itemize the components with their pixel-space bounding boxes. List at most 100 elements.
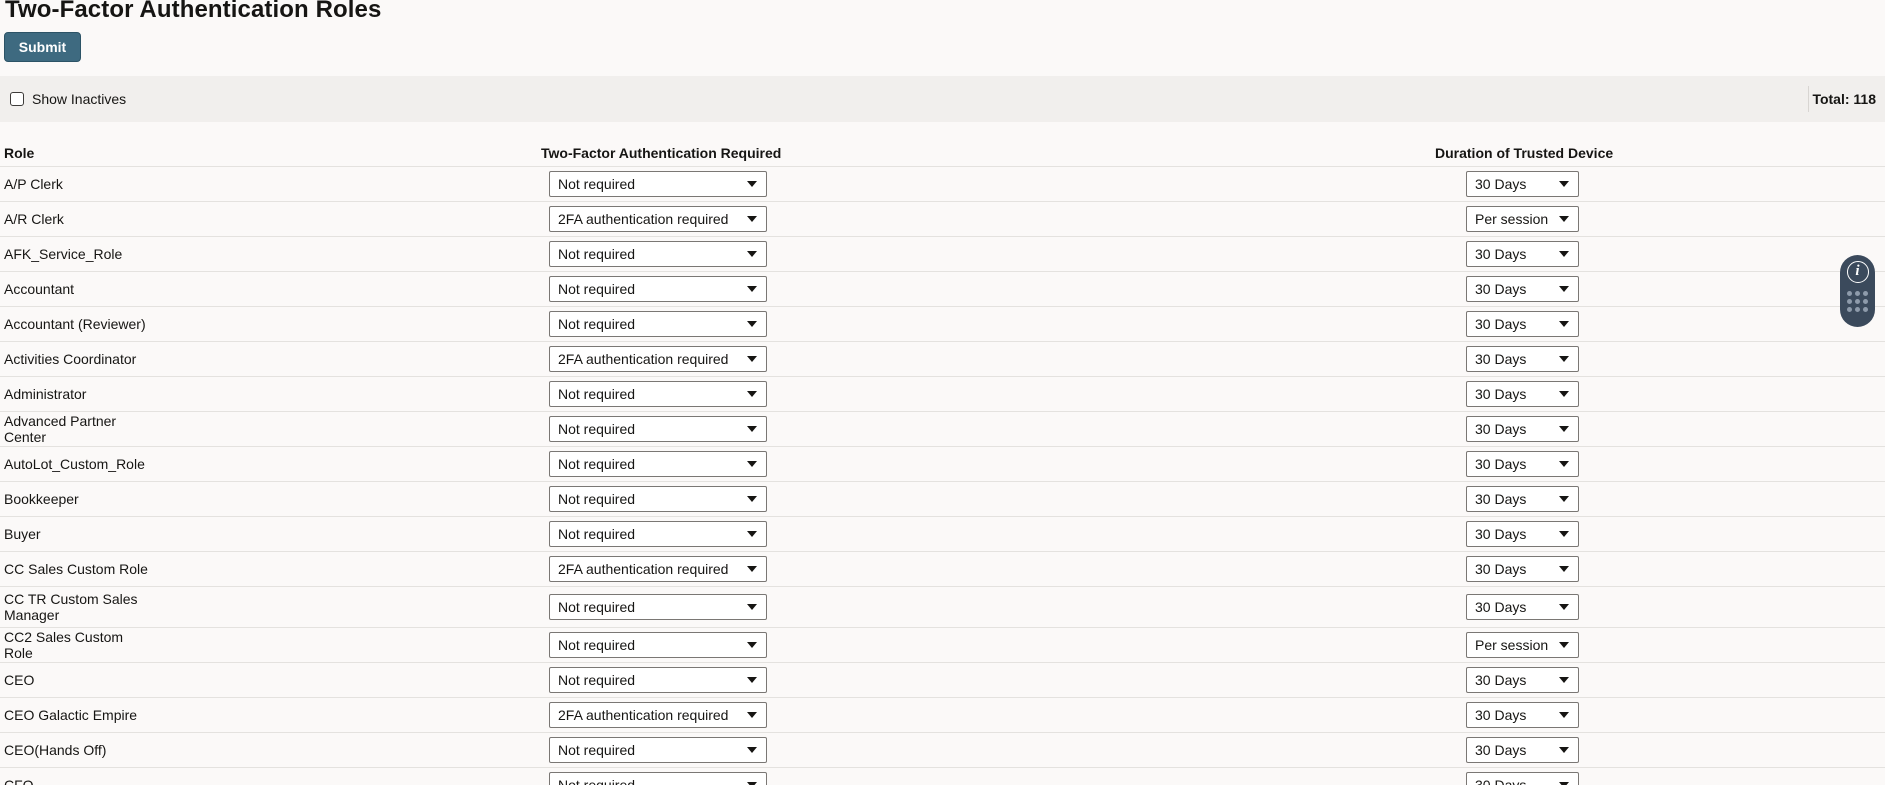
trusted-device-duration-select[interactable]: 30 Days: [1466, 667, 1579, 693]
trusted-device-duration-select[interactable]: 30 Days: [1466, 702, 1579, 728]
tfa-required-select[interactable]: Not required: [549, 311, 767, 337]
tfa-required-select[interactable]: Not required: [549, 632, 767, 658]
table-row: CEO Not required 30 Days: [0, 663, 1885, 698]
chevron-down-icon: [747, 712, 757, 718]
trusted-device-duration-value: Per session: [1475, 211, 1549, 227]
chevron-down-icon: [1559, 426, 1569, 432]
tfa-required-value: Not required: [558, 456, 636, 472]
trusted-device-duration-select[interactable]: 30 Days: [1466, 556, 1579, 582]
info-icon[interactable]: i: [1846, 261, 1869, 283]
chevron-down-icon: [1559, 496, 1569, 502]
role-name: A/R Clerk: [4, 211, 64, 227]
tfa-required-value: Not required: [558, 742, 636, 758]
trusted-device-duration-select[interactable]: 30 Days: [1466, 521, 1579, 547]
chevron-down-icon: [1559, 712, 1569, 718]
trusted-device-duration-select[interactable]: Per session: [1466, 632, 1579, 658]
trusted-device-duration-select[interactable]: 30 Days: [1466, 381, 1579, 407]
trusted-device-duration-value: 30 Days: [1475, 526, 1527, 542]
submit-button[interactable]: Submit: [4, 32, 81, 62]
toolbar-divider: [1808, 86, 1809, 112]
role-name: CEO Galactic Empire: [4, 707, 138, 723]
column-header-duration: Duration of Trusted Device: [1435, 145, 1614, 161]
chevron-down-icon: [747, 566, 757, 572]
role-name: Administrator: [4, 386, 87, 402]
chevron-down-icon: [1559, 251, 1569, 257]
trusted-device-duration-value: 30 Days: [1475, 386, 1527, 402]
table-row: Advanced Partner Center Not required 30 Da…: [0, 412, 1885, 447]
trusted-device-duration-select[interactable]: 30 Days: [1466, 772, 1579, 785]
show-inactives-toggle[interactable]: Show Inactives: [10, 91, 126, 107]
tfa-required-select[interactable]: 2FA authentication required: [549, 556, 767, 582]
chevron-down-icon: [747, 747, 757, 753]
chevron-down-icon: [747, 426, 757, 432]
role-name: CC TR Custom Sales Manager: [4, 591, 138, 623]
trusted-device-duration-select[interactable]: 30 Days: [1466, 276, 1579, 302]
table-row: Buyer Not required 30 Days: [0, 517, 1885, 552]
trusted-device-duration-select[interactable]: Per session: [1466, 206, 1579, 232]
role-name: AutoLot_Custom_Role: [4, 456, 145, 472]
trusted-device-duration-value: 30 Days: [1475, 491, 1527, 507]
tfa-required-select[interactable]: Not required: [549, 521, 767, 547]
tfa-required-select[interactable]: Not required: [549, 772, 767, 785]
tfa-required-select[interactable]: 2FA authentication required: [549, 346, 767, 372]
tfa-required-select[interactable]: Not required: [549, 451, 767, 477]
trusted-device-duration-value: 30 Days: [1475, 316, 1527, 332]
tfa-required-select[interactable]: Not required: [549, 241, 767, 267]
tfa-required-select[interactable]: Not required: [549, 381, 767, 407]
tfa-required-value: Not required: [558, 599, 636, 615]
tfa-required-value: Not required: [558, 386, 636, 402]
chevron-down-icon: [1559, 677, 1569, 683]
trusted-device-duration-value: 30 Days: [1475, 176, 1527, 192]
chevron-down-icon: [747, 642, 757, 648]
chevron-down-icon: [747, 496, 757, 502]
role-name: Accountant (Reviewer): [4, 316, 146, 332]
chevron-down-icon: [1559, 747, 1569, 753]
role-name: Bookkeeper: [4, 491, 79, 507]
trusted-device-duration-value: 30 Days: [1475, 707, 1527, 723]
role-name: AFK_Service_Role: [4, 246, 123, 262]
chevron-down-icon: [1559, 531, 1569, 537]
table-row: AFK_Service_Role Not required 30 Days: [0, 237, 1885, 272]
tfa-required-value: Not required: [558, 421, 636, 437]
tfa-required-value: Not required: [558, 777, 636, 785]
tfa-required-select[interactable]: 2FA authentication required: [549, 702, 767, 728]
table-row: Accountant (Reviewer) Not required 30 Days: [0, 307, 1885, 342]
trusted-device-duration-select[interactable]: 30 Days: [1466, 311, 1579, 337]
column-header-tfa: Two-Factor Authentication Required: [541, 145, 782, 161]
chevron-down-icon: [747, 356, 757, 362]
tfa-required-select[interactable]: Not required: [549, 594, 767, 620]
tfa-required-select[interactable]: 2FA authentication required: [549, 206, 767, 232]
role-name: Advanced Partner Center: [4, 413, 117, 445]
trusted-device-duration-select[interactable]: 30 Days: [1466, 594, 1579, 620]
chevron-down-icon: [747, 251, 757, 257]
trusted-device-duration-value: 30 Days: [1475, 246, 1527, 262]
trusted-device-duration-select[interactable]: 30 Days: [1466, 451, 1579, 477]
table-row: CFO Not required 30 Days: [0, 768, 1885, 785]
table-row: Bookkeeper Not required 30 Days: [0, 482, 1885, 517]
role-name: CEO: [4, 672, 35, 688]
chevron-down-icon: [747, 461, 757, 467]
trusted-device-duration-select[interactable]: 30 Days: [1466, 486, 1579, 512]
trusted-device-duration-select[interactable]: 30 Days: [1466, 241, 1579, 267]
tfa-required-select[interactable]: Not required: [549, 171, 767, 197]
trusted-device-duration-select[interactable]: 30 Days: [1466, 416, 1579, 442]
trusted-device-duration-select[interactable]: 30 Days: [1466, 346, 1579, 372]
chevron-down-icon: [1559, 181, 1569, 187]
trusted-device-duration-value: 30 Days: [1475, 561, 1527, 577]
tfa-required-select[interactable]: Not required: [549, 276, 767, 302]
trusted-device-duration-select[interactable]: 30 Days: [1466, 737, 1579, 763]
tfa-required-value: 2FA authentication required: [558, 211, 729, 227]
tfa-required-select[interactable]: Not required: [549, 667, 767, 693]
chevron-down-icon: [747, 181, 757, 187]
trusted-device-duration-value: 30 Days: [1475, 742, 1527, 758]
trusted-device-duration-select[interactable]: 30 Days: [1466, 171, 1579, 197]
tfa-required-select[interactable]: Not required: [549, 737, 767, 763]
table-row: Accountant Not required 30 Days: [0, 272, 1885, 307]
chevron-down-icon: [1559, 566, 1569, 572]
trusted-device-duration-value: 30 Days: [1475, 599, 1527, 615]
tfa-required-select[interactable]: Not required: [549, 416, 767, 442]
show-inactives-checkbox[interactable]: [10, 92, 24, 106]
tfa-required-value: Not required: [558, 176, 636, 192]
tfa-required-select[interactable]: Not required: [549, 486, 767, 512]
grip-dots-icon[interactable]: [1847, 291, 1868, 312]
